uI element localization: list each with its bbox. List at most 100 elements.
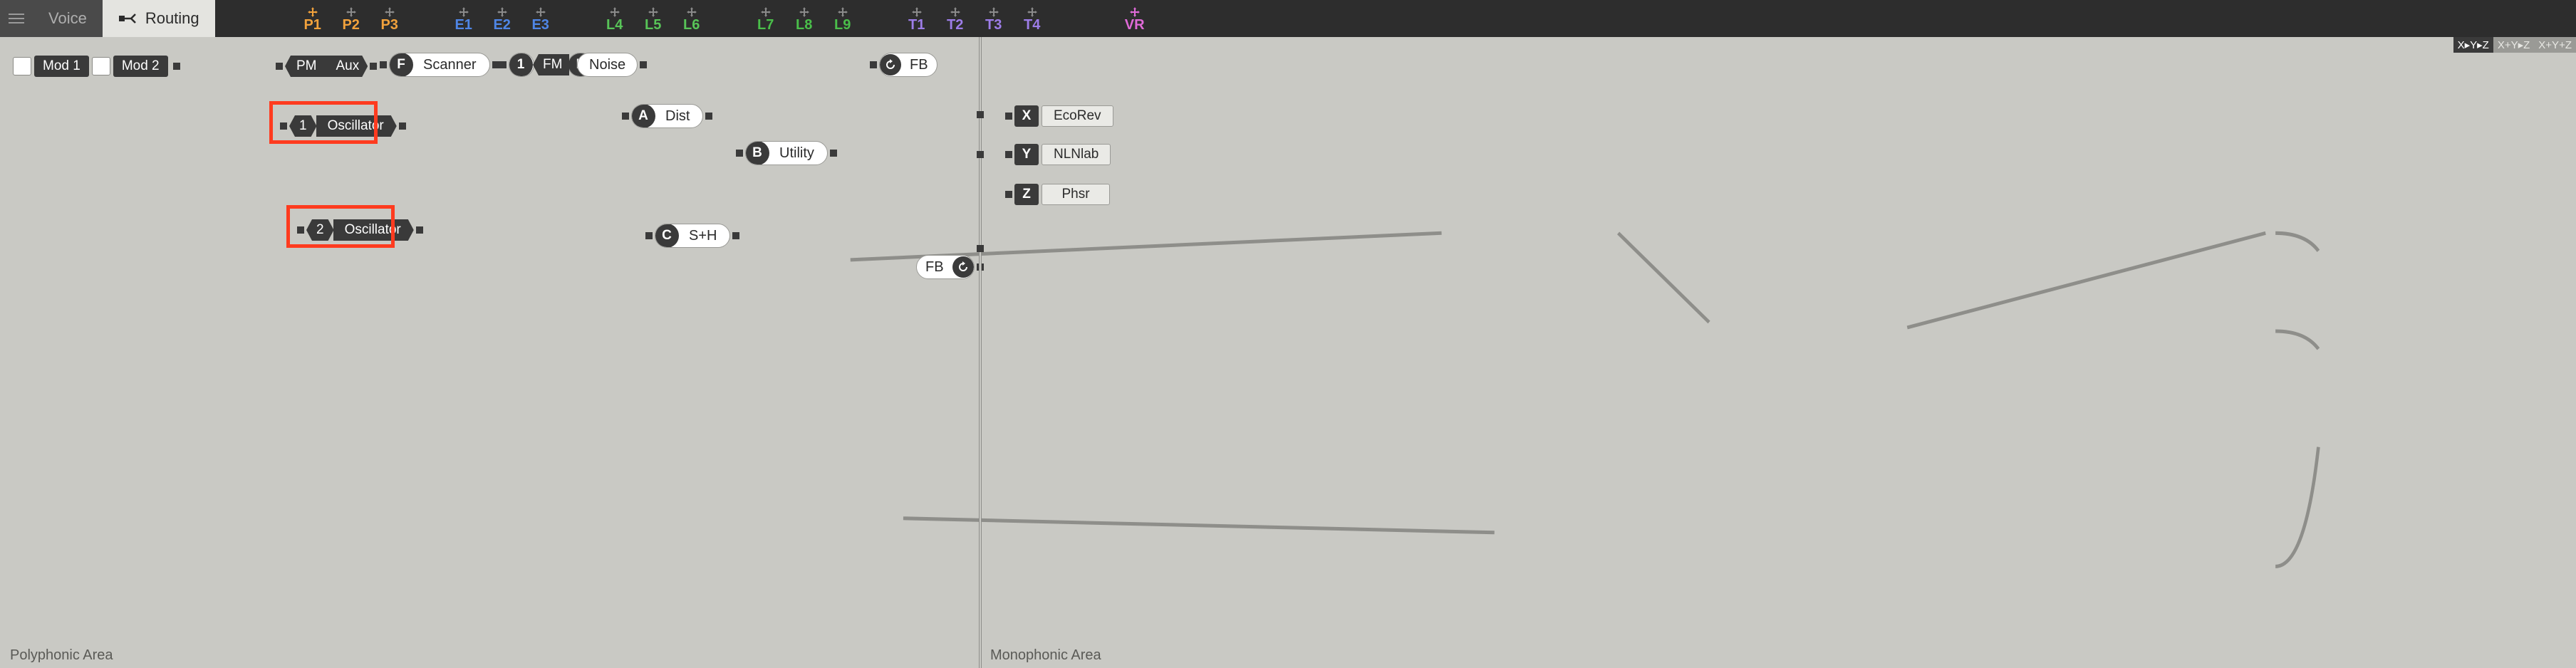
fb-bottom-pill[interactable]: FB xyxy=(916,255,975,279)
mod-output-port[interactable] xyxy=(173,63,180,70)
z-label[interactable]: Phsr xyxy=(1042,184,1110,205)
sh-node[interactable]: C S+H xyxy=(643,224,742,248)
utility-output-port[interactable] xyxy=(830,150,837,157)
param-p1[interactable]: P1 xyxy=(301,6,325,32)
sh-pill[interactable]: C S+H xyxy=(655,224,730,248)
osc2-output-port[interactable] xyxy=(416,226,423,234)
param-label: L4 xyxy=(606,18,623,32)
pm-aux-node[interactable]: PM Aux xyxy=(274,54,379,78)
output-y-node[interactable]: Y NLNlab xyxy=(1003,142,1111,167)
param-p2[interactable]: P2 xyxy=(339,6,363,32)
routing-canvas[interactable]: X▸Y▸Z X+Y▸Z X+Y+Z Mod 1 Mod 2 PM Aux F S… xyxy=(0,37,2576,668)
param-e2[interactable]: E2 xyxy=(490,6,514,32)
param-label: L7 xyxy=(757,18,774,32)
param-t1[interactable]: T1 xyxy=(905,6,929,32)
dist-output-port[interactable] xyxy=(705,113,712,120)
z-input-port[interactable] xyxy=(1005,191,1012,198)
osc1-label-tag[interactable]: Oscillator xyxy=(316,115,397,137)
fm-tag[interactable]: FM xyxy=(533,54,569,75)
fb-bottom-label: FB xyxy=(917,259,952,276)
slot1-badge: 1 xyxy=(509,53,533,77)
param-p3[interactable]: P3 xyxy=(378,6,402,32)
noise-pill[interactable]: Noise xyxy=(577,53,638,77)
fm-input-port[interactable] xyxy=(499,61,507,68)
aux-tag[interactable]: Aux xyxy=(325,56,368,77)
aux-output-port[interactable] xyxy=(370,63,377,70)
y-input-port[interactable] xyxy=(1005,151,1012,158)
oscillator-1-node[interactable]: 1 Oscillator xyxy=(278,114,408,138)
param-t4[interactable]: T4 xyxy=(1020,6,1044,32)
dist-node[interactable]: A Dist xyxy=(620,104,715,128)
output-x-node[interactable]: X EcoRev xyxy=(1003,104,1113,128)
fb-top-pill[interactable]: FB xyxy=(879,53,938,77)
noise-output-port[interactable] xyxy=(640,61,647,68)
param-l9[interactable]: L9 xyxy=(831,6,855,32)
fb-top-input-port[interactable] xyxy=(870,61,877,68)
utility-input-port[interactable] xyxy=(736,150,743,157)
utility-node[interactable]: B Utility xyxy=(734,141,839,165)
scanner-pill[interactable]: F Scanner xyxy=(389,53,490,77)
utility-pill[interactable]: B Utility xyxy=(745,141,828,165)
divider-port-2[interactable] xyxy=(977,151,984,158)
x-input-port[interactable] xyxy=(1005,113,1012,120)
fb-bottom-node[interactable]: FB xyxy=(916,255,986,279)
mode-xyz-parallel[interactable]: X+Y+Z xyxy=(2534,37,2576,53)
osc1-num-tag[interactable]: 1 xyxy=(289,115,317,137)
x-slot-badge[interactable]: X xyxy=(1014,105,1039,127)
noise-label: Noise xyxy=(578,57,637,73)
param-e3[interactable]: E3 xyxy=(529,6,553,32)
divider-port-1[interactable] xyxy=(977,111,984,118)
pm-input-port[interactable] xyxy=(276,63,283,70)
mode-xyz-serial[interactable]: X▸Y▸Z xyxy=(2453,37,2493,53)
param-vr[interactable]: VR xyxy=(1123,6,1147,32)
param-t2[interactable]: T2 xyxy=(943,6,967,32)
sh-output-port[interactable] xyxy=(732,232,739,239)
param-t3[interactable]: T3 xyxy=(982,6,1006,32)
mod2-checkbox[interactable] xyxy=(92,57,110,75)
parameter-strip: P1 P2 P3 E1 E2 E3 xyxy=(215,0,2576,37)
dist-input-port[interactable] xyxy=(622,113,629,120)
param-l7[interactable]: L7 xyxy=(754,6,778,32)
param-label: P2 xyxy=(342,18,359,32)
x-label[interactable]: EcoRev xyxy=(1042,105,1113,127)
y-label[interactable]: NLNlab xyxy=(1042,144,1111,165)
scanner-node[interactable]: F Scanner xyxy=(378,53,502,77)
move-icon xyxy=(837,6,848,17)
scanner-input-port[interactable] xyxy=(380,61,387,68)
param-e1[interactable]: E1 xyxy=(452,6,476,32)
mod2-button[interactable]: Mod 2 xyxy=(113,56,168,77)
oscillator-2-node[interactable]: 2 Oscillator xyxy=(295,218,425,242)
mod1-button[interactable]: Mod 1 xyxy=(34,56,89,77)
output-z-node[interactable]: Z Phsr xyxy=(1003,182,1110,207)
mod1-checkbox[interactable] xyxy=(13,57,31,75)
slot1-pill[interactable]: 1 xyxy=(509,53,534,77)
utility-slot-badge: B xyxy=(745,141,769,165)
mod-row: Mod 1 Mod 2 xyxy=(13,54,182,78)
osc1-output-port[interactable] xyxy=(399,122,406,130)
osc2-label-tag[interactable]: Oscillator xyxy=(333,219,414,241)
z-slot-badge[interactable]: Z xyxy=(1014,184,1039,205)
osc2-num-tag[interactable]: 2 xyxy=(306,219,334,241)
param-group-t: T1 T2 T3 T4 xyxy=(905,6,1044,32)
tab-routing[interactable]: Routing xyxy=(103,0,215,37)
osc1-input-port[interactable] xyxy=(280,122,287,130)
param-l8[interactable]: L8 xyxy=(792,6,816,32)
divider-port-3[interactable] xyxy=(977,245,984,252)
tab-voice[interactable]: Voice xyxy=(33,0,103,37)
param-l5[interactable]: L5 xyxy=(641,6,665,32)
sh-input-port[interactable] xyxy=(645,232,653,239)
fb-top-node[interactable]: FB xyxy=(868,53,938,77)
mode-xy-z[interactable]: X+Y▸Z xyxy=(2493,37,2534,53)
param-l4[interactable]: L4 xyxy=(603,6,627,32)
param-l6[interactable]: L6 xyxy=(680,6,704,32)
osc2-input-port[interactable] xyxy=(297,226,304,234)
dist-pill[interactable]: A Dist xyxy=(631,104,703,128)
y-slot-badge[interactable]: Y xyxy=(1014,144,1039,165)
move-icon xyxy=(1027,6,1038,17)
pm-tag[interactable]: PM xyxy=(285,56,326,77)
menu-button[interactable] xyxy=(0,0,33,37)
tab-voice-label: Voice xyxy=(48,9,87,28)
scanner-slot-badge: F xyxy=(389,53,413,77)
noise-node[interactable]: Noise xyxy=(577,53,649,77)
poly-mono-divider[interactable] xyxy=(979,37,982,668)
